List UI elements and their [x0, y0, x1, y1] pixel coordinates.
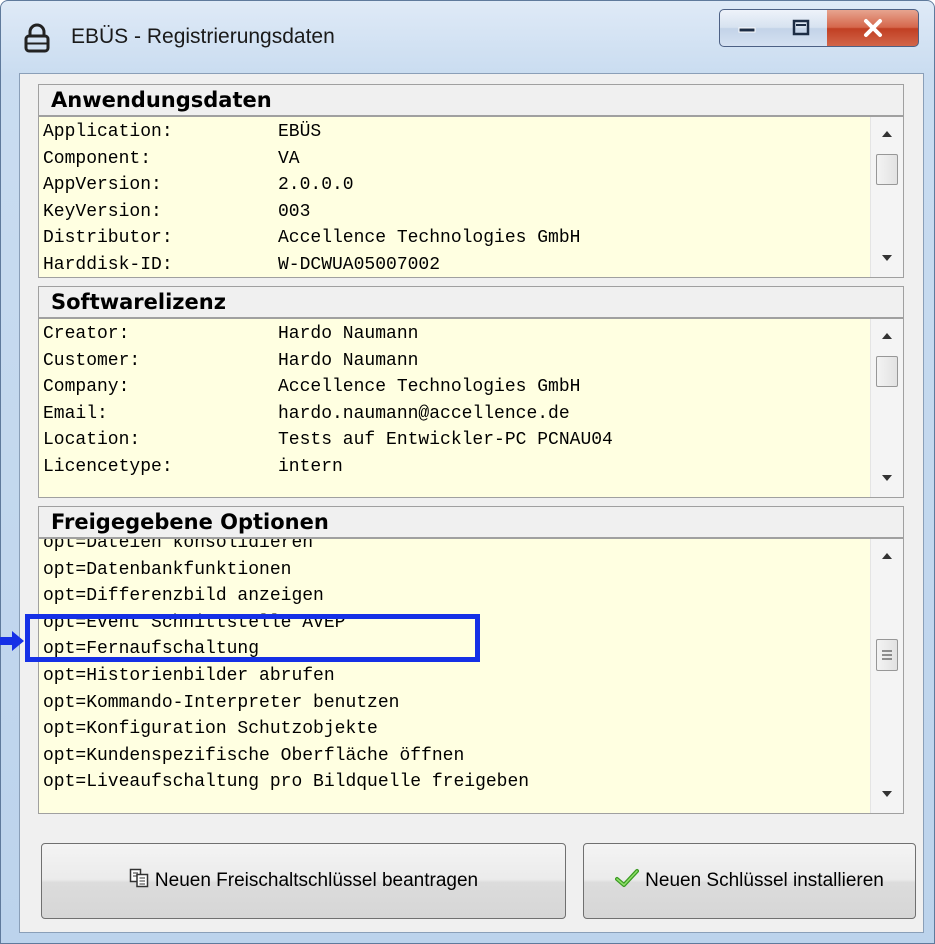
scroll-thumb[interactable]: [876, 356, 898, 387]
data-key: Licencetype:: [43, 456, 173, 477]
data-value: W-DCWUA05007002: [278, 254, 441, 275]
enabled-options-box[interactable]: opt=Dateien konsolidieren opt=Datenbankf…: [38, 538, 904, 814]
chevron-up-icon: [882, 333, 892, 339]
data-row: Creator: Hardo Naumann: [43, 321, 869, 348]
section-title: Freigegebene Optionen: [51, 510, 329, 534]
scroll-up-button[interactable]: [871, 323, 903, 351]
close-icon: [863, 19, 882, 37]
chevron-down-icon: [882, 791, 892, 797]
scroll-down-button[interactable]: [871, 245, 903, 273]
data-row: Harddisk-ID: W-DCWUA05007002: [43, 252, 869, 277]
option-item: opt=Kommando-Interpreter benutzen: [43, 692, 400, 713]
option-item: opt=Differenzbild anzeigen: [43, 586, 324, 607]
data-key: Location:: [43, 430, 141, 451]
data-value: Tests auf Entwickler-PC PCNAU04: [278, 430, 613, 451]
title-bar[interactable]: EBÜS - Registrierungsdaten: [1, 1, 934, 73]
section-software-license: Softwarelizenz Creator: Hardo Naumann Cus…: [38, 286, 904, 498]
vertical-scrollbar[interactable]: [870, 117, 903, 277]
option-item: opt=Kundenspezifische Oberfläche öffnen: [43, 745, 465, 766]
data-key: Component:: [43, 148, 152, 169]
scroll-thumb[interactable]: [876, 154, 898, 185]
data-key: Customer:: [43, 350, 141, 371]
data-row: Distributor: Accellence Technologies GmbH: [43, 225, 869, 252]
checkmark-icon: [615, 868, 640, 894]
section-header: Anwendungsdaten: [38, 84, 904, 116]
scroll-up-button[interactable]: [871, 543, 903, 571]
data-key: Company:: [43, 377, 130, 398]
chevron-up-icon: [882, 553, 892, 559]
data-row: KeyVersion: 003: [43, 199, 869, 226]
scroll-thumb[interactable]: [876, 639, 898, 671]
option-item: opt=Historienbilder abrufen: [43, 665, 335, 686]
scroll-down-button[interactable]: [871, 781, 903, 809]
minimize-icon: [738, 27, 756, 33]
request-activation-key-label: Neuen Freischaltschlüssel beantragen: [154, 870, 479, 891]
request-activation-key-button[interactable]: Neuen Freischaltschlüssel beantragen: [41, 843, 566, 919]
option-item: opt=Dateien konsolidieren: [43, 538, 314, 553]
data-row: Application: EBÜS: [43, 119, 869, 146]
data-row: AppVersion: 2.0.0.0: [43, 172, 869, 199]
software-license-list: Creator: Hardo Naumann Customer: Hardo Nau…: [43, 321, 869, 497]
data-key: Application:: [43, 122, 173, 142]
enabled-options-list: opt=Dateien konsolidieren opt=Datenbankf…: [43, 538, 869, 813]
data-value: Accellence Technologies GmbH: [278, 377, 581, 398]
window-title: EBÜS - Registrierungsdaten: [71, 25, 335, 48]
data-row: Customer: Hardo Naumann: [43, 348, 869, 375]
vertical-scrollbar[interactable]: [870, 319, 903, 497]
section-application-data: Anwendungsdaten Application: EBÜS Compone…: [38, 84, 904, 278]
data-row: Email: hardo.naumann@accellence.de: [43, 401, 869, 428]
data-row: Component: VA: [43, 146, 869, 173]
section-header: Softwarelizenz: [38, 286, 904, 318]
data-value: intern: [278, 456, 343, 477]
maximize-icon: [792, 19, 809, 36]
annotation-highlight-box: [25, 614, 480, 662]
close-button[interactable]: [827, 9, 919, 47]
data-key: Creator:: [43, 324, 130, 344]
data-row: Company: Accellence Technologies GmbH: [43, 374, 869, 401]
data-value: Hardo Naumann: [278, 324, 419, 344]
registration-window: EBÜS - Registrierungsdaten Anwendungsdat…: [0, 0, 935, 944]
data-key: AppVersion:: [43, 175, 162, 196]
minimize-button[interactable]: [719, 9, 775, 47]
annotation-arrow-icon: [0, 631, 24, 651]
chevron-down-icon: [882, 475, 892, 481]
client-area: Anwendungsdaten Application: EBÜS Compone…: [19, 73, 924, 933]
application-data-box[interactable]: Application: EBÜS Component: VA AppVersion…: [38, 116, 904, 278]
padlock-icon: [23, 23, 51, 53]
software-license-box[interactable]: Creator: Hardo Naumann Customer: Hardo Nau…: [38, 318, 904, 498]
option-item: opt=Liveaufschaltung pro Bildquelle frei…: [43, 772, 530, 793]
maximize-button[interactable]: [774, 9, 828, 47]
vertical-scrollbar[interactable]: [870, 539, 903, 813]
data-value: 003: [278, 201, 311, 222]
data-key: Distributor:: [43, 228, 173, 249]
scroll-up-button[interactable]: [871, 121, 903, 149]
data-value: hardo.naumann@accellence.de: [278, 403, 570, 424]
install-key-label: Neuen Schlüssel installieren: [645, 870, 884, 891]
data-value: EBÜS: [278, 122, 322, 142]
install-key-button[interactable]: Neuen Schlüssel installieren: [583, 843, 916, 919]
data-row: Location: Tests auf Entwickler-PC PCNAU04: [43, 427, 869, 454]
data-value: Hardo Naumann: [278, 350, 419, 371]
data-key: Harddisk-ID:: [43, 254, 173, 275]
section-title: Softwarelizenz: [51, 290, 226, 314]
chevron-up-icon: [882, 131, 892, 137]
copy-document-icon: [129, 868, 149, 894]
application-data-list: Application: EBÜS Component: VA AppVersion…: [43, 119, 869, 277]
data-value: Accellence Technologies GmbH: [278, 228, 581, 249]
option-item: opt=Datenbankfunktionen: [43, 559, 292, 580]
data-key: Email:: [43, 403, 108, 424]
data-value: VA: [278, 148, 300, 169]
chevron-down-icon: [882, 255, 892, 261]
data-value: 2.0.0.0: [278, 175, 354, 196]
scroll-down-button[interactable]: [871, 465, 903, 493]
section-header: Freigegebene Optionen: [38, 506, 904, 538]
section-title: Anwendungsdaten: [51, 88, 272, 112]
option-item: opt=Konfiguration Schutzobjekte: [43, 719, 378, 740]
data-row: Licencetype: intern: [43, 454, 869, 481]
data-key: KeyVersion:: [43, 201, 162, 222]
grip-icon: [882, 650, 892, 660]
